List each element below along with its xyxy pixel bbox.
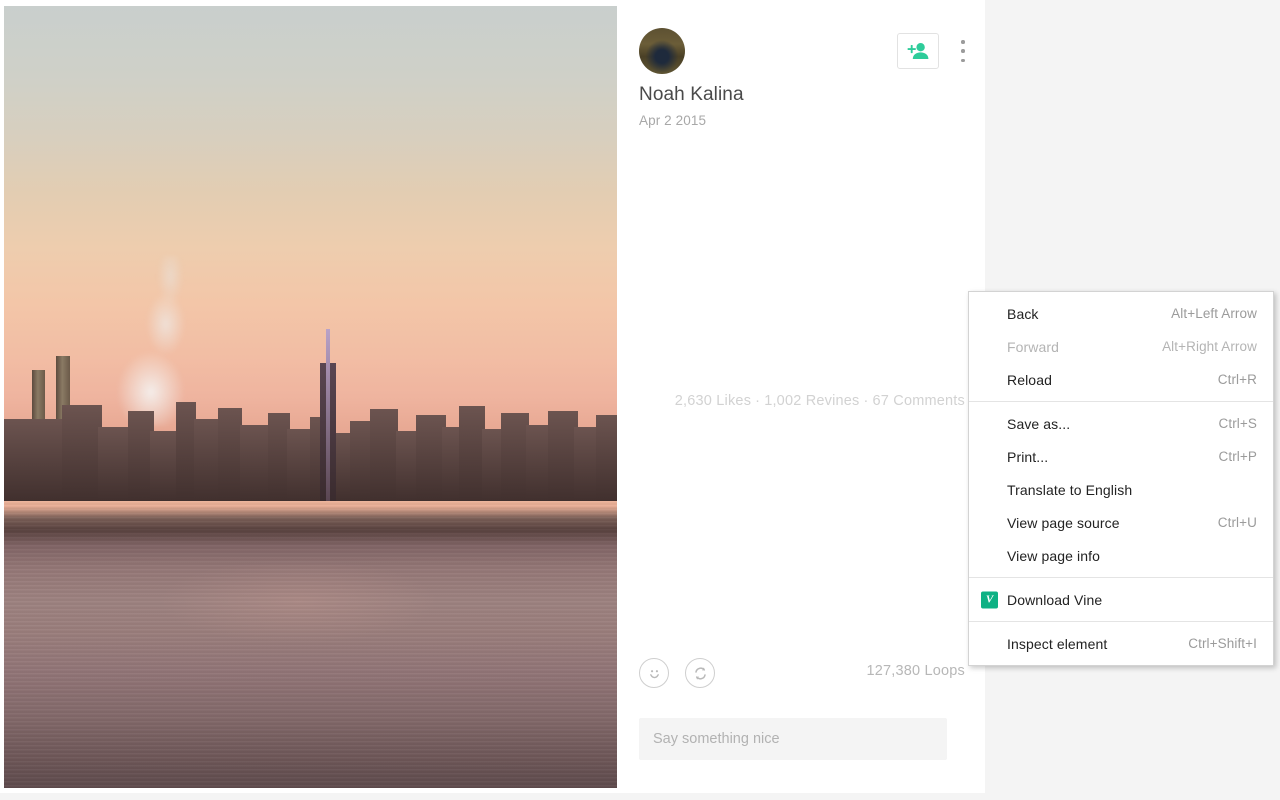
menu-shortcut: Ctrl+P [1218,449,1257,464]
kebab-dot [961,40,965,44]
add-person-icon [907,43,929,59]
smiley-face-icon [649,669,659,678]
revines-count[interactable]: 1,002 Revines [764,393,859,409]
menu-label: Forward [1007,338,1060,355]
context-menu-group: Back Alt+Left Arrow Forward Alt+Right Ar… [969,297,1273,396]
post-details: Noah Kalina Apr 2 2015 2,630 Likes · 1,002… [617,0,985,793]
city-skyline [4,329,617,501]
context-menu-item-inspect-element[interactable]: Inspect element Ctrl+Shift+I [969,627,1273,660]
context-menu-item-back[interactable]: Back Alt+Left Arrow [969,297,1273,330]
loops-count: 127,380 Loops [866,663,965,679]
revine-loop-icon [694,666,706,680]
context-menu-group: V Download Vine [969,583,1273,616]
kebab-dot [961,49,965,53]
menu-label: Back [1007,305,1039,322]
menu-label: Download Vine [1007,591,1103,608]
browser-context-menu[interactable]: Back Alt+Left Arrow Forward Alt+Right Ar… [968,291,1274,666]
vine-icon: V [981,591,998,608]
menu-label: Print... [1007,448,1049,465]
menu-separator [969,621,1273,622]
menu-shortcut: Alt+Left Arrow [1171,306,1257,321]
avatar[interactable] [639,28,685,74]
likes-count[interactable]: 2,630 Likes [675,393,751,409]
context-menu-item-save-as[interactable]: Save as... Ctrl+S [969,407,1273,440]
stats-separator: · [863,393,869,409]
menu-label: View page info [1007,547,1100,564]
context-menu-group: Inspect element Ctrl+Shift+I [969,627,1273,660]
context-menu-item-view-page-info[interactable]: View page info [969,539,1273,572]
follow-button[interactable] [897,33,939,69]
menu-label: Translate to English [1007,481,1133,498]
stats-separator: · [755,393,761,409]
video-player[interactable] [4,6,617,788]
menu-shortcut: Alt+Right Arrow [1162,339,1257,354]
revine-button[interactable] [685,658,715,688]
context-menu-item-forward: Forward Alt+Right Arrow [969,330,1273,363]
menu-shortcut: Ctrl+S [1218,416,1257,431]
context-menu-item-download-vine[interactable]: V Download Vine [969,583,1273,616]
post-more-menu-button[interactable] [955,40,971,62]
context-menu-group: Save as... Ctrl+S Print... Ctrl+P Transl… [969,407,1273,572]
menu-label: Inspect element [1007,635,1108,652]
menu-shortcut: Ctrl+R [1217,372,1257,387]
menu-label: Save as... [1007,415,1071,432]
like-button[interactable] [639,658,669,688]
post-actions: 127,380 Loops [639,658,965,688]
menu-shortcut: Ctrl+Shift+I [1188,636,1257,651]
comments-count[interactable]: 67 Comments [873,393,965,409]
context-menu-item-view-page-source[interactable]: View page source Ctrl+U [969,506,1273,539]
context-menu-item-reload[interactable]: Reload Ctrl+R [969,363,1273,396]
page-root: Noah Kalina Apr 2 2015 2,630 Likes · 1,002… [0,0,1280,800]
menu-label: Reload [1007,371,1052,388]
comment-input[interactable] [639,718,947,760]
context-menu-item-translate[interactable]: Translate to English [969,473,1273,506]
menu-shortcut: Ctrl+U [1217,515,1257,530]
menu-label: View page source [1007,514,1120,531]
water-surface [4,501,617,788]
post-date: Apr 2 2015 [639,112,707,128]
kebab-dot [961,58,965,62]
menu-separator [969,577,1273,578]
post-stats: 2,630 Likes · 1,002 Revines · 67 Comments [639,393,965,409]
author-name[interactable]: Noah Kalina [639,84,969,106]
context-menu-item-print[interactable]: Print... Ctrl+P [969,440,1273,473]
menu-separator [969,401,1273,402]
post-card: Noah Kalina Apr 2 2015 2,630 Likes · 1,002… [0,0,985,793]
